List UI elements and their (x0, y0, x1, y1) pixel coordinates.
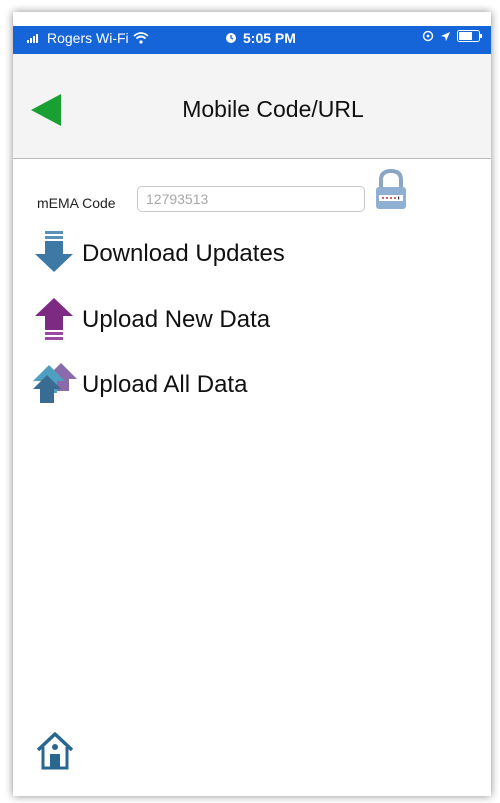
carrier-name: Rogers Wi-Fi (47, 30, 129, 46)
home-icon (36, 732, 74, 770)
status-left: Rogers Wi-Fi (27, 30, 149, 46)
upload-arrow-icon (35, 298, 73, 340)
alarm-clock-icon (226, 33, 236, 43)
page-title: Mobile Code/URL (182, 96, 364, 122)
location-icon (422, 30, 434, 42)
upload-new-data-label: Upload New Data (82, 306, 271, 333)
upload-all-data-label: Upload All Data (82, 371, 248, 398)
home-button[interactable] (35, 730, 75, 772)
back-arrow-icon (31, 94, 61, 126)
lock-button[interactable] (373, 168, 409, 212)
phone-screen: Rogers Wi-Fi 5:05 PM Mobile Code/URL mEM… (13, 12, 491, 796)
battery-icon (457, 30, 482, 42)
upload-all-arrows-icon (33, 363, 77, 403)
mema-code-row: mEMA Code (13, 168, 491, 224)
signal-icon (27, 34, 38, 43)
upload-new-data-button[interactable]: Upload New Data (31, 294, 471, 346)
status-bar: Rogers Wi-Fi 5:05 PM (13, 26, 491, 54)
upload-all-data-button[interactable]: Upload All Data (31, 359, 471, 411)
back-button[interactable] (27, 90, 67, 130)
mema-code-label: mEMA Code (37, 195, 116, 211)
status-time: 5:05 PM (243, 30, 296, 46)
wifi-icon (133, 32, 149, 44)
download-updates-button[interactable]: Download Updates (31, 228, 471, 280)
lock-icon (376, 168, 406, 209)
navigation-bar: Mobile Code/URL (13, 54, 491, 159)
status-right (422, 30, 483, 42)
mema-code-input[interactable] (137, 186, 365, 212)
status-center: 5:05 PM (225, 30, 296, 46)
page-frame: Rogers Wi-Fi 5:05 PM Mobile Code/URL mEM… (0, 0, 500, 803)
download-updates-label: Download Updates (82, 240, 285, 267)
download-arrow-icon (35, 231, 73, 272)
navigation-arrow-icon (441, 31, 450, 41)
